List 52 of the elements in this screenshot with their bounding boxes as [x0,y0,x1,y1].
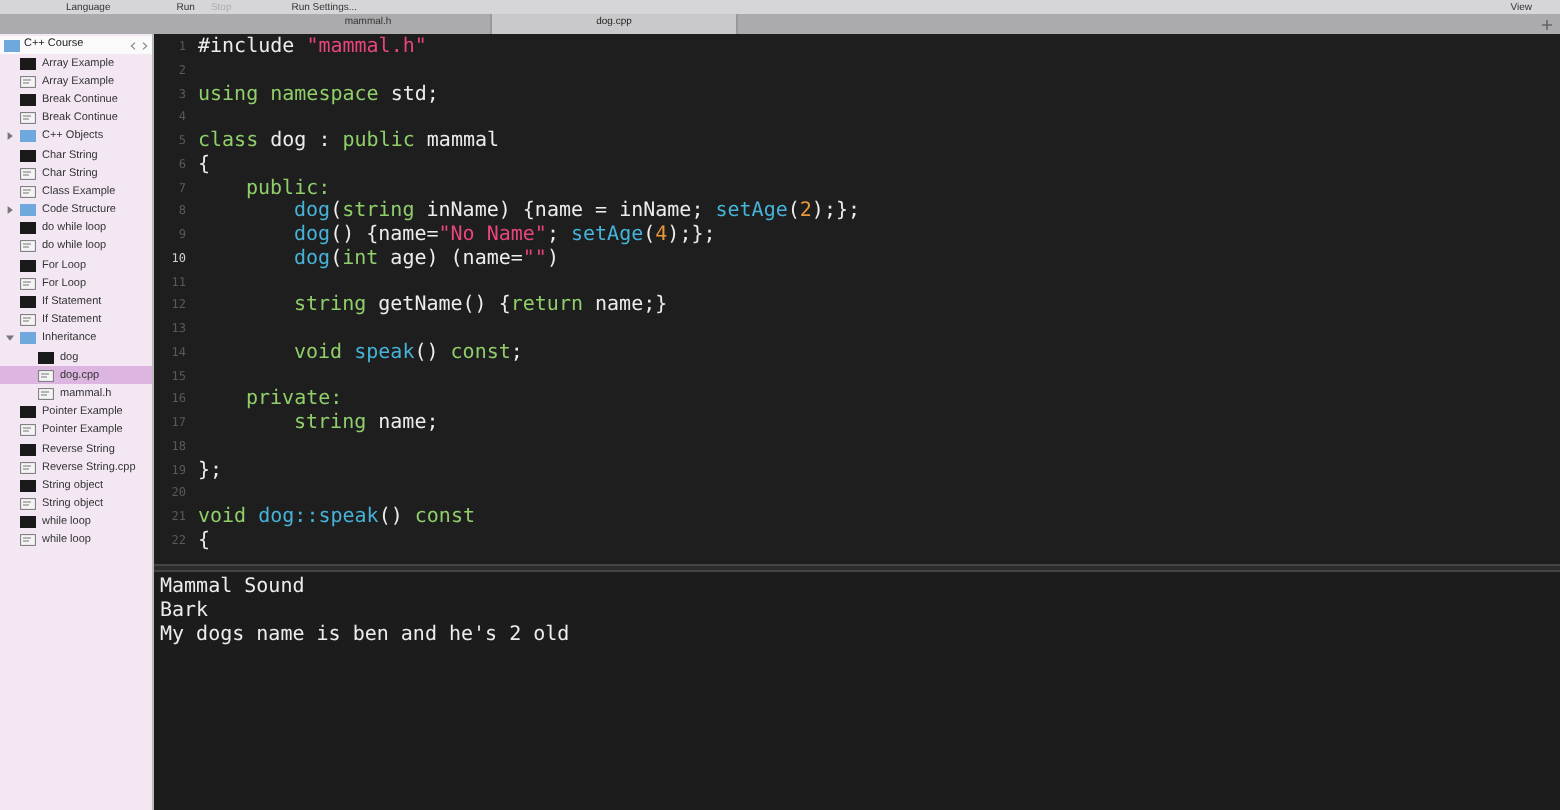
terminal-icon [20,93,36,106]
file-icon [20,498,36,511]
terminal-icon [20,443,36,456]
folder-icon [20,204,36,217]
disclosure-triangle-icon[interactable] [6,334,14,343]
code-line: dog() {name="No Name"; setAge(4);}; [292,224,716,248]
terminal-icon [20,516,36,529]
folder-icon [4,39,20,51]
file-icon [20,240,36,253]
terminal-icon [20,406,36,419]
file-icon [20,112,36,125]
code-line: private: [244,388,343,412]
file-icon [38,387,54,400]
terminal-icon [20,296,36,309]
code-line: using namespace std; [198,83,439,107]
code-line: { [198,153,211,177]
terminal-icon [20,222,36,235]
chevron-right-icon[interactable] [142,41,148,49]
file-icon [38,369,54,382]
code-line: class dog : public mammal [198,130,500,154]
terminal-icon [20,479,36,492]
terminal-icon [20,57,36,70]
folder-icon [20,130,36,143]
disclosure-triangle-icon[interactable] [6,132,14,141]
terminal-icon [20,259,36,272]
console-output-line: Mammal Sound [160,576,307,600]
terminal-icon [38,351,54,364]
code-line: string name; [292,412,439,436]
file-icon [20,167,36,180]
code-line: }; [198,459,223,483]
terminal-icon [20,149,36,162]
code-line: dog(string inName) {name = inName; setAge(2);}; [292,200,861,224]
code-line: #include "mammal.h" [198,36,427,60]
console-output-line: Bark [160,599,211,623]
code-line: void dog::speak() const [198,506,475,530]
folder-icon [20,332,36,345]
code-line: dog(int age) (name="") [292,247,559,271]
code-line: { [198,529,211,553]
file-icon [20,534,36,547]
code-line: void speak() const; [292,341,523,365]
code-line: string getName() {return name;} [292,294,668,318]
add-tab-icon[interactable] [1542,19,1552,29]
chevron-left-icon[interactable] [130,41,136,49]
code-line: public: [244,177,331,200]
file-icon [20,461,36,474]
file-icon [20,277,36,290]
console-output-line: My dogs name is ben and he's 2 old [160,623,572,647]
file-icon [20,75,36,88]
file-icon [20,185,36,198]
disclosure-triangle-icon[interactable] [6,206,14,215]
file-icon [20,314,36,327]
file-icon [20,424,36,437]
